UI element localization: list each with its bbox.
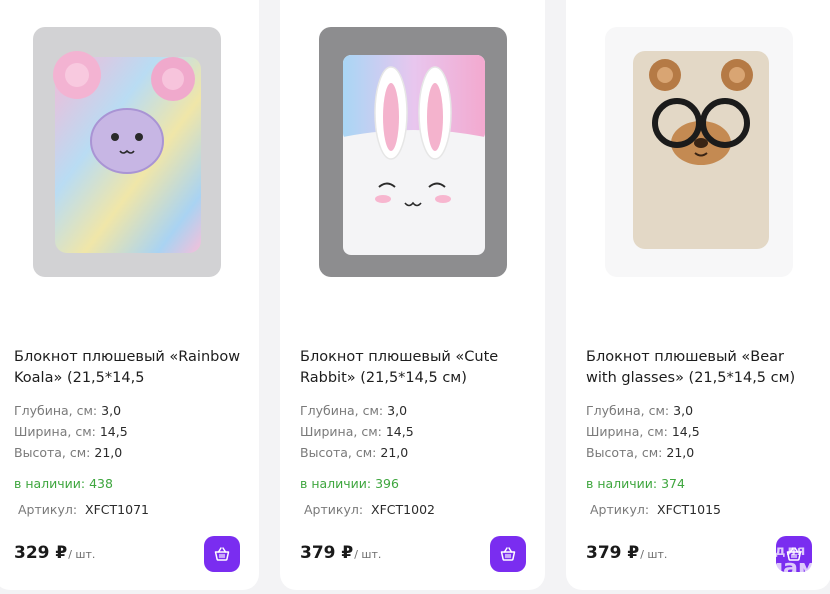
product-price: 379 ₽/ шт. — [586, 543, 667, 563]
spec-label: Ширина, см: — [14, 424, 96, 439]
stock-status: в наличии: 396 — [300, 476, 399, 491]
spec-label: Глубина, см: — [14, 403, 98, 418]
article-label: Артикул: — [18, 502, 78, 517]
spec-depth: Глубина, см: 3,0 — [14, 400, 128, 421]
product-title[interactable]: Блокнот плюшевый «Bear with glasses» (21… — [586, 347, 818, 389]
product-card: Блокнот плюшевый «Rainbow Koala» (21,5*1… — [0, 0, 259, 590]
price-value: 379 ₽ — [586, 543, 640, 563]
spec-depth: Глубина, см: 3,0 — [300, 400, 414, 421]
spec-value: 14,5 — [99, 424, 128, 439]
spec-value: 3,0 — [101, 403, 122, 418]
stock-status: в наличии: 438 — [14, 476, 113, 491]
price-unit: / шт. — [68, 548, 96, 561]
basket-icon — [786, 547, 802, 561]
article-number: Артикул: XFCT1002 — [304, 502, 435, 517]
product-title[interactable]: Блокнот плюшевый «Rainbow Koala» (21,5*1… — [14, 347, 246, 389]
price-value: 329 ₽ — [14, 543, 68, 563]
product-specs: Глубина, см: 3,0 Ширина, см: 14,5 Высота, … — [586, 400, 700, 463]
article-number: Артикул: XFCT1071 — [18, 502, 149, 517]
spec-label: Высота, см: — [586, 445, 663, 460]
spec-label: Высота, см: — [300, 445, 377, 460]
spec-height: Высота, см: 21,0 — [300, 442, 414, 463]
add-to-cart-button[interactable] — [490, 536, 526, 572]
spec-value: 14,5 — [671, 424, 700, 439]
product-title[interactable]: Блокнот плюшевый «Cute Rabbit» (21,5*14,… — [300, 347, 532, 389]
product-image[interactable] — [605, 27, 793, 277]
add-to-cart-button[interactable] — [776, 536, 812, 572]
spec-label: Ширина, см: — [586, 424, 668, 439]
article-label: Артикул: — [304, 502, 364, 517]
spec-value: 21,0 — [666, 445, 695, 460]
article-value: XFCT1071 — [85, 502, 149, 517]
product-specs: Глубина, см: 3,0 Ширина, см: 14,5 Высота, … — [300, 400, 414, 463]
spec-label: Глубина, см: — [300, 403, 384, 418]
article-number: Артикул: XFCT1015 — [590, 502, 721, 517]
stock-status: в наличии: 374 — [586, 476, 685, 491]
spec-width: Ширина, см: 14,5 — [14, 421, 128, 442]
spec-height: Высота, см: 21,0 — [14, 442, 128, 463]
article-label: Артикул: — [590, 502, 650, 517]
spec-value: 21,0 — [380, 445, 409, 460]
spec-value: 14,5 — [385, 424, 414, 439]
spec-value: 21,0 — [94, 445, 123, 460]
article-value: XFCT1015 — [657, 502, 721, 517]
product-specs: Глубина, см: 3,0 Ширина, см: 14,5 Высота, … — [14, 400, 128, 463]
spec-label: Ширина, см: — [300, 424, 382, 439]
spec-depth: Глубина, см: 3,0 — [586, 400, 700, 421]
price-value: 379 ₽ — [300, 543, 354, 563]
product-card: Блокнот плюшевый «Bear with glasses» (21… — [566, 0, 830, 590]
price-unit: / шт. — [354, 548, 382, 561]
spec-width: Ширина, см: 14,5 — [300, 421, 414, 442]
price-unit: / шт. — [640, 548, 668, 561]
article-value: XFCT1002 — [371, 502, 435, 517]
basket-icon — [214, 547, 230, 561]
spec-value: 3,0 — [387, 403, 408, 418]
spec-height: Высота, см: 21,0 — [586, 442, 700, 463]
spec-label: Глубина, см: — [586, 403, 670, 418]
basket-icon — [500, 547, 516, 561]
product-price: 329 ₽/ шт. — [14, 543, 95, 563]
spec-label: Высота, см: — [14, 445, 91, 460]
add-to-cart-button[interactable] — [204, 536, 240, 572]
notebook-rainbow-koala-image — [53, 51, 201, 253]
notebook-cute-rabbit-image — [343, 55, 485, 255]
product-image[interactable] — [33, 27, 221, 277]
notebook-bear-with-glasses-image — [633, 51, 769, 249]
product-card: Блокнот плюшевый «Cute Rabbit» (21,5*14,… — [280, 0, 545, 590]
spec-width: Ширина, см: 14,5 — [586, 421, 700, 442]
product-image[interactable] — [319, 27, 507, 277]
spec-value: 3,0 — [673, 403, 694, 418]
product-price: 379 ₽/ шт. — [300, 543, 381, 563]
